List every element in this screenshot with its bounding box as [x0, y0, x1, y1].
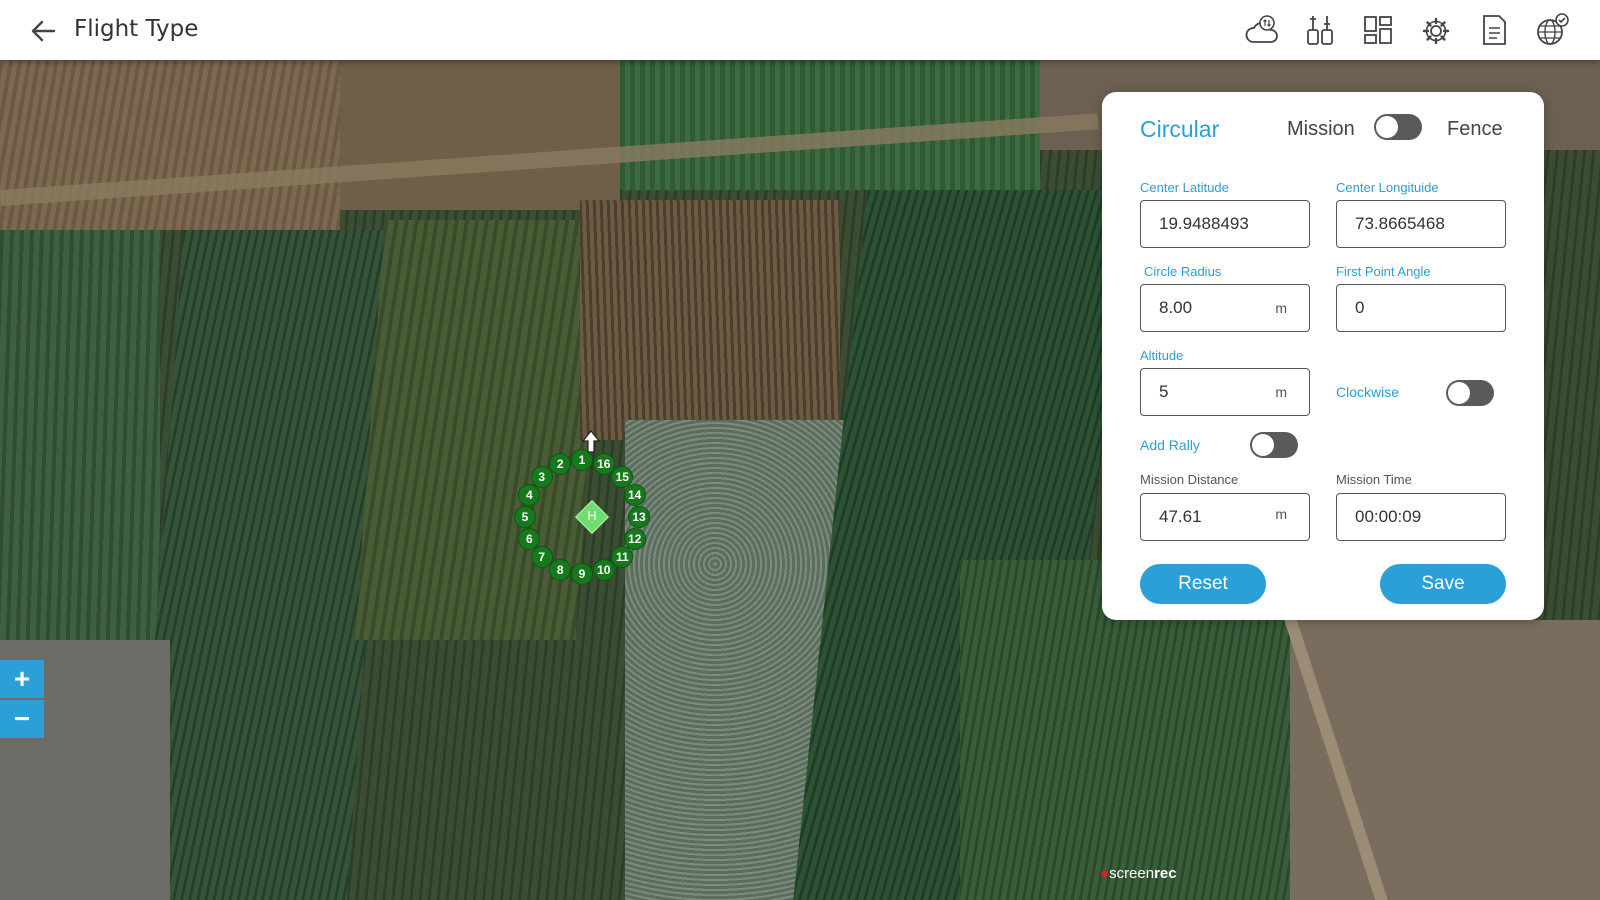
- mission-time-label: Mission Time: [1336, 472, 1412, 487]
- center-longitude-input[interactable]: 73.8665468: [1336, 200, 1506, 248]
- watermark-bold-text: rec: [1154, 865, 1177, 882]
- mission-distance-label: Mission Distance: [1140, 472, 1239, 487]
- record-dot-icon: ●: [1100, 865, 1110, 882]
- altitude-value: 5: [1159, 382, 1169, 401]
- home-marker-label: H: [587, 508, 597, 523]
- mode-mission-label: Mission: [1287, 118, 1355, 140]
- toolbar: [1244, 10, 1570, 50]
- circle-radius-unit: m: [1275, 300, 1287, 316]
- circle-radius-input[interactable]: 8.00 m: [1140, 284, 1310, 332]
- cloud-sync-button[interactable]: [1244, 10, 1280, 50]
- controls-button[interactable]: [1302, 10, 1338, 50]
- mission-fence-toggle[interactable]: [1374, 114, 1422, 140]
- document-icon: [1483, 15, 1506, 45]
- watermark-text: screen: [1109, 865, 1155, 882]
- top-bar: Flight Type: [0, 0, 1600, 60]
- globe-button[interactable]: [1534, 10, 1570, 50]
- save-button[interactable]: Save: [1380, 564, 1506, 604]
- waypoint-marker[interactable]: 15: [611, 465, 634, 488]
- circle-radius-value: 8.00: [1159, 298, 1193, 317]
- waypoint-marker[interactable]: 14: [623, 484, 646, 507]
- map-terrain: [580, 200, 840, 440]
- center-longitude-label: Center Longituide: [1336, 180, 1439, 195]
- layout-dashboard-icon: [1364, 16, 1392, 44]
- settings-gear-icon: [1422, 17, 1450, 45]
- first-point-angle-label: First Point Angle: [1336, 264, 1431, 279]
- page-title: Flight Type: [74, 16, 199, 42]
- center-latitude-value: 19.9488493: [1159, 214, 1249, 233]
- cloud-sync-icon: [1245, 15, 1278, 43]
- altitude-label: Altitude: [1140, 348, 1184, 363]
- move-cursor-icon: [581, 430, 601, 453]
- map-terrain: [0, 60, 340, 230]
- back-arrow-icon[interactable]: [28, 16, 58, 46]
- circular-mission-panel: Circular Mission Fence Center Latitude 1…: [1102, 92, 1544, 620]
- altitude-input[interactable]: 5 m: [1140, 368, 1310, 416]
- screenrec-watermark: ●screenrec: [1100, 865, 1177, 882]
- center-latitude-input[interactable]: 19.9488493: [1140, 200, 1310, 248]
- waypoint-marker[interactable]: 13: [628, 506, 650, 528]
- map-terrain: [136, 230, 394, 900]
- first-point-angle-value: 0: [1355, 298, 1365, 317]
- first-point-angle-input[interactable]: 0: [1336, 284, 1506, 332]
- circle-radius-label: Circle Radius: [1144, 264, 1222, 279]
- center-longitude-value: 73.8665468: [1355, 214, 1445, 233]
- mission-distance-input: 47.61 m: [1140, 493, 1310, 541]
- mission-time-input: 00:00:09: [1336, 493, 1506, 541]
- waypoint-marker[interactable]: 9: [571, 563, 593, 585]
- map-terrain: [340, 60, 620, 210]
- waypoint-marker[interactable]: 5: [514, 506, 536, 528]
- mission-time-value: 00:00:09: [1355, 507, 1422, 526]
- zoom-out-button[interactable]: −: [0, 700, 44, 738]
- clockwise-label: Clockwise: [1336, 384, 1400, 400]
- mode-fence-label: Fence: [1447, 118, 1503, 140]
- reset-button[interactable]: Reset: [1140, 564, 1266, 604]
- toggle-knob: [1376, 116, 1398, 138]
- clockwise-toggle[interactable]: [1446, 380, 1494, 406]
- waypoint-marker[interactable]: 12: [623, 527, 646, 550]
- settings-button[interactable]: [1418, 10, 1454, 50]
- waypoint-marker[interactable]: 8: [549, 558, 572, 581]
- add-rally-toggle[interactable]: [1250, 432, 1298, 458]
- layout-button[interactable]: [1360, 10, 1396, 50]
- mission-distance-value: 47.61: [1159, 507, 1202, 526]
- add-rally-label: Add Rally: [1140, 437, 1200, 453]
- altitude-unit: m: [1275, 384, 1287, 400]
- center-latitude-label: Center Latitude: [1140, 180, 1229, 195]
- globe-check-icon: [1537, 13, 1569, 45]
- waypoint-marker[interactable]: 16: [592, 453, 615, 476]
- mission-distance-unit: m: [1275, 506, 1287, 522]
- toggle-knob: [1252, 434, 1274, 456]
- logs-button[interactable]: [1476, 10, 1512, 50]
- zoom-in-button[interactable]: +: [0, 660, 44, 698]
- controller-sliders-icon: [1307, 16, 1333, 45]
- panel-title: Circular: [1140, 116, 1220, 142]
- toggle-knob: [1448, 382, 1470, 404]
